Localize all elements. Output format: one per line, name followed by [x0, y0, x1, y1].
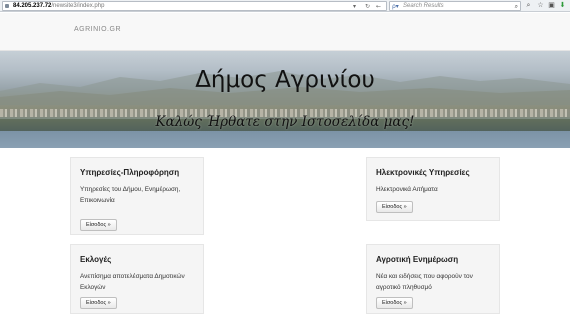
card-services: Υπηρεσίες-Πληροφόρηση Υπηρεσίες του Δήμο…	[70, 157, 204, 235]
url-bar[interactable]: 84.205.237.72/newsite3/index.php ▾ ↻ ←	[2, 1, 387, 11]
card-text-line: Ηλεκτρονικά Αιτήματα	[376, 186, 438, 193]
lock-icon[interactable]: ▣	[547, 1, 556, 10]
card-e-services: Ηλεκτρονικές Υπηρεσίες Ηλεκτρονικά Αιτήμ…	[366, 157, 500, 221]
card-text-line: Ανεπίσημα αποτελέσματα Δημοτικών	[80, 273, 185, 280]
hero-title: Δήμος Αγρινίου	[195, 67, 375, 93]
hero-banner: Δήμος Αγρινίου Καλώς Ήρθατε στην Ιστοσελ…	[0, 51, 570, 148]
back-arrow-icon[interactable]: ←	[376, 2, 381, 11]
url-text[interactable]: 84.205.237.72/newsite3/index.php	[13, 2, 104, 11]
enter-button[interactable]: Είσοδος »	[80, 297, 117, 309]
enter-button[interactable]: Είσοδος »	[80, 219, 117, 231]
enter-button[interactable]: Είσοδος »	[376, 297, 413, 309]
card-agriculture: Αγροτική Ενημέρωση Νέα και ειδήσεις που …	[366, 244, 500, 314]
card-text-line: Εκλογών	[80, 284, 106, 291]
brand-link[interactable]: AGRINIO.GR	[74, 26, 121, 33]
card-text: Ηλεκτρονικά Αιτήματα	[376, 184, 438, 195]
browser-toolbar: 84.205.237.72/newsite3/index.php ▾ ↻ ← ρ…	[0, 0, 570, 12]
search-bar[interactable]: ρ▾ Search Results ⌕	[389, 1, 521, 11]
lake-water	[0, 131, 570, 148]
card-text: Υπηρεσίες του Δήμου, Ενημέρωση, Επικοινω…	[80, 184, 180, 206]
url-path: /newsite3/index.php	[51, 3, 105, 9]
star-icon[interactable]: ☆	[536, 1, 545, 10]
card-text-line: Υπηρεσίες του Δήμου, Ενημέρωση,	[80, 186, 181, 193]
hero-subtitle: Καλώς Ήρθατε στην Ιστοσελίδα μας!	[155, 114, 415, 130]
url-host: 84.205.237.72	[13, 3, 52, 9]
chevron-down-icon[interactable]: ▾	[353, 2, 356, 11]
card-text-line: Επικοινωνία	[80, 197, 115, 204]
magnifier-icon[interactable]: ⌕	[515, 2, 518, 11]
card-text: Ανεπίσημα αποτελέσματα Δημοτικών Εκλογών	[80, 271, 185, 293]
enter-button[interactable]: Είσοδος »	[376, 201, 413, 213]
card-title: Ηλεκτρονικές Υπηρεσίες	[376, 168, 470, 177]
card-text: Νέα και ειδήσεις που αφορούν τον αγροτικ…	[376, 271, 473, 293]
reload-icon[interactable]: ↻	[365, 2, 370, 11]
site-navbar: AGRINIO.GR	[0, 13, 570, 51]
card-title: Υπηρεσίες-Πληροφόρηση	[80, 168, 180, 177]
download-icon[interactable]: ⬇	[558, 1, 567, 10]
card-text-line: αγροτικό πληθυσμό	[376, 284, 432, 291]
magnifier-icon[interactable]: ⌕	[524, 1, 533, 10]
search-input[interactable]: Search Results	[403, 2, 444, 11]
main-content: Υπηρεσίες-Πληροφόρηση Υπηρεσίες του Δήμο…	[0, 148, 570, 314]
search-engine-icon[interactable]: ρ▾	[392, 2, 399, 11]
card-title: Εκλογές	[80, 255, 112, 264]
card-text-line: Νέα και ειδήσεις που αφορούν τον	[376, 273, 473, 280]
card-elections: Εκλογές Ανεπίσημα αποτελέσματα Δημοτικών…	[70, 244, 204, 314]
card-title: Αγροτική Ενημέρωση	[376, 255, 459, 264]
globe-icon	[5, 4, 9, 8]
